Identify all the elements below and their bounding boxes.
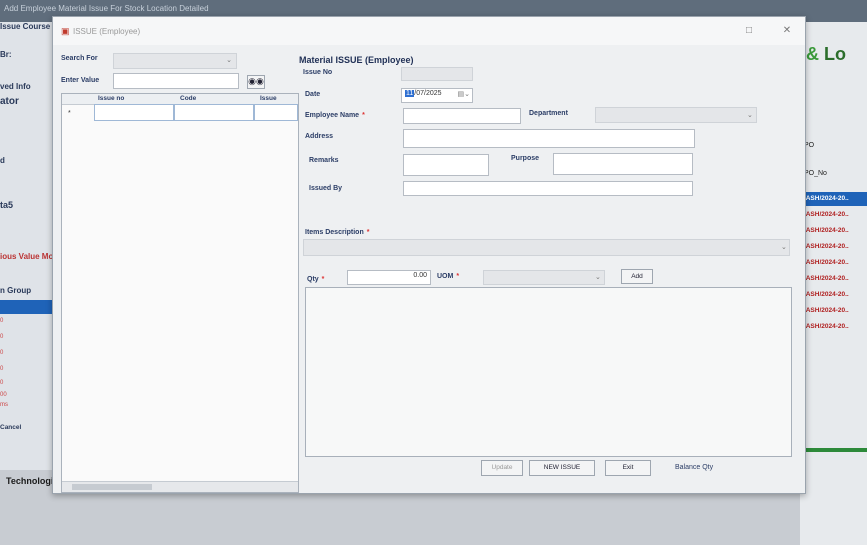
- issue-no-field: [401, 67, 473, 81]
- issued-by-input[interactable]: [403, 181, 693, 196]
- date-day: 11: [405, 90, 415, 97]
- issue-grid: Issue no Code Issue *: [61, 93, 299, 493]
- taskbar-text: Technologi: [6, 476, 54, 486]
- date-picker[interactable]: 11/07/2025 ▤⌄: [401, 88, 473, 103]
- bg-left-text: Issue Course: [0, 22, 51, 31]
- po-list-item[interactable]: YASH/2024-20..: [802, 288, 867, 302]
- issue-no-label: Issue No: [303, 69, 333, 76]
- po-list-item[interactable]: YASH/2024-20..: [802, 256, 867, 270]
- binoculars-icon[interactable]: ◉◉: [247, 75, 265, 89]
- grid-col-code[interactable]: Code: [180, 95, 196, 102]
- purpose-input[interactable]: [553, 153, 693, 175]
- address-label: Address: [305, 133, 334, 140]
- close-icon[interactable]: ✕: [775, 23, 799, 39]
- window-titlebar: ▣ ISSUE (Employee) □ ✕: [53, 17, 805, 45]
- enter-value-input[interactable]: [113, 73, 239, 89]
- app-logo: & Lo: [806, 44, 847, 64]
- bg-row: 0: [0, 334, 4, 340]
- qty-label: Qty *: [307, 276, 325, 283]
- issued-items-grid[interactable]: [305, 287, 792, 457]
- background-title: Add Employee Material Issue For Stock Lo…: [4, 4, 209, 13]
- calendar-icon[interactable]: ▤⌄: [458, 90, 470, 98]
- form-heading: Material ISSUE (Employee): [299, 55, 414, 65]
- chevron-down-icon: ⌄: [781, 244, 787, 251]
- bg-left-text: ved Info: [0, 82, 31, 91]
- issue-employee-window: ▣ ISSUE (Employee) □ ✕ Search For ⌄ Ente…: [52, 16, 806, 494]
- qty-input[interactable]: 0.00: [347, 270, 431, 285]
- search-for-combo[interactable]: ⌄: [113, 53, 237, 69]
- maximize-icon[interactable]: □: [737, 23, 761, 39]
- employee-name-input[interactable]: [403, 108, 521, 124]
- bg-row: 00: [0, 392, 7, 398]
- bg-row: 0: [0, 318, 4, 324]
- chevron-down-icon: ⌄: [747, 112, 753, 119]
- grid-cell[interactable]: [174, 104, 254, 121]
- employee-name-label: Employee Name *: [305, 112, 365, 119]
- grid-col-issue[interactable]: Issue: [260, 95, 277, 102]
- issued-by-label: Issued By: [309, 185, 343, 192]
- purpose-label: Purpose: [511, 155, 540, 162]
- bg-row: 0: [0, 350, 4, 356]
- window-title: ISSUE (Employee): [73, 27, 141, 36]
- enter-value-label: Enter Value: [61, 77, 100, 84]
- po-list-item[interactable]: YASH/2024-20..: [802, 272, 867, 286]
- bg-row: ms: [0, 402, 8, 408]
- po-list-item[interactable]: YASH/2024-20..: [802, 320, 867, 334]
- address-input[interactable]: [403, 129, 695, 148]
- department-label: Department: [529, 110, 568, 117]
- po-list-item[interactable]: YASH/2024-20..: [802, 224, 867, 238]
- grid-horizontal-scrollbar[interactable]: [62, 481, 298, 492]
- update-button[interactable]: Update: [481, 460, 523, 476]
- date-label: Date: [305, 91, 321, 98]
- bg-left-text: ious Value Mo: [0, 252, 54, 261]
- bg-left-text: Br:: [0, 50, 12, 59]
- bg-left-text: d: [0, 156, 5, 165]
- items-description-combo[interactable]: [303, 239, 790, 256]
- scrollbar-thumb[interactable]: [72, 484, 152, 490]
- grid-cell[interactable]: [94, 104, 174, 121]
- app-window-icon: ▣: [61, 26, 70, 36]
- balance-qty-label: Balance Qty: [675, 464, 714, 471]
- po-list-item[interactable]: YASH/2024-20..: [802, 304, 867, 318]
- exit-button[interactable]: Exit: [605, 460, 651, 476]
- uom-combo[interactable]: [483, 270, 605, 285]
- status-strip: [800, 448, 867, 452]
- background-right-panel: PO PO_No YASH/2024-20.. YASH/2024-20.. Y…: [800, 22, 867, 545]
- table-row[interactable]: *: [62, 104, 298, 122]
- grid-col-issue-no[interactable]: Issue no: [98, 95, 124, 102]
- bg-left-text: ator: [0, 96, 19, 107]
- new-issue-button[interactable]: NEW ISSUE: [529, 460, 595, 476]
- bg-po-column: PO_No: [804, 170, 827, 177]
- background-left-panel: Issue Course Br: ved Info ator d ta5 iou…: [0, 22, 62, 545]
- items-description-label: Items Description *: [305, 229, 370, 236]
- bg-left-text: n Group: [0, 286, 32, 295]
- bg-row: 0: [0, 366, 4, 372]
- bg-row: 0: [0, 380, 4, 386]
- remarks-input[interactable]: [403, 154, 489, 176]
- department-combo[interactable]: [595, 107, 757, 123]
- add-button[interactable]: Add: [621, 269, 653, 284]
- row-marker: *: [68, 110, 71, 117]
- search-for-label: Search For: [61, 55, 98, 62]
- bg-left-text: ta5: [0, 200, 14, 210]
- bg-left-text: Cancel: [0, 424, 22, 431]
- uom-label: UOM *: [437, 273, 460, 280]
- date-rest: /07/2025: [414, 90, 442, 97]
- po-list-item[interactable]: YASH/2024-20..: [802, 208, 867, 222]
- chevron-down-icon: ⌄: [595, 274, 601, 281]
- po-list-item[interactable]: YASH/2024-20..: [802, 240, 867, 254]
- po-list-item[interactable]: YASH/2024-20..: [802, 192, 867, 206]
- grid-cell[interactable]: [254, 104, 298, 121]
- remarks-label: Remarks: [309, 157, 339, 164]
